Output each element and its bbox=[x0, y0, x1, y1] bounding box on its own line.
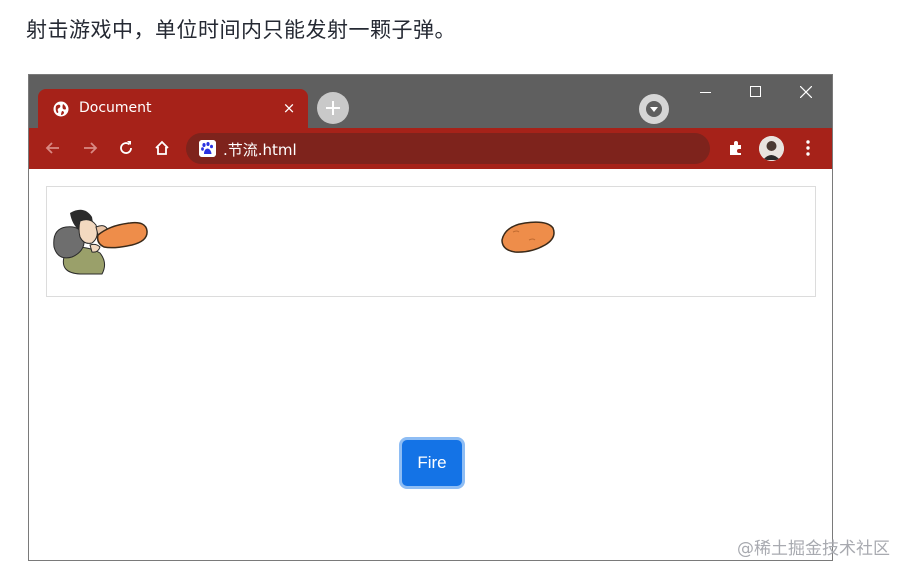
maximize-button[interactable] bbox=[733, 79, 779, 105]
fire-button[interactable]: Fire bbox=[402, 440, 462, 486]
new-tab-button[interactable] bbox=[317, 92, 349, 124]
tab-strip: Document × bbox=[29, 75, 832, 128]
tab-document[interactable]: Document × bbox=[38, 89, 308, 128]
tab-close-icon[interactable]: × bbox=[280, 99, 298, 117]
shooter-character bbox=[53, 209, 148, 275]
game-area bbox=[46, 186, 816, 297]
tab-search-button[interactable] bbox=[639, 94, 669, 124]
watermark: @稀土掘金技术社区 bbox=[737, 539, 890, 559]
forward-arrow-icon[interactable] bbox=[80, 138, 100, 158]
address-bar[interactable]: .节流.html bbox=[186, 133, 710, 164]
globe-icon bbox=[53, 101, 69, 117]
bullet bbox=[501, 221, 555, 253]
close-window-button[interactable] bbox=[783, 79, 829, 105]
puzzle-icon[interactable] bbox=[726, 138, 746, 158]
browser-toolbar: .节流.html bbox=[29, 128, 832, 169]
browser-window: Document × .节流.html Fire bbox=[28, 74, 833, 561]
chevron-down-icon bbox=[646, 101, 662, 117]
url-text: .节流.html bbox=[223, 141, 297, 159]
minimize-button[interactable] bbox=[683, 79, 729, 105]
reload-icon[interactable] bbox=[116, 138, 136, 158]
page-viewport: Fire bbox=[29, 169, 832, 560]
article-text: 射击游戏中，单位时间内只能发射一颗子弹。 bbox=[26, 18, 456, 42]
back-arrow-icon[interactable] bbox=[43, 138, 63, 158]
avatar-icon bbox=[759, 136, 784, 161]
baidu-paw-icon bbox=[199, 140, 216, 157]
home-icon[interactable] bbox=[152, 138, 172, 158]
profile-avatar[interactable] bbox=[759, 136, 784, 161]
close-icon bbox=[800, 86, 812, 98]
tab-title: Document bbox=[79, 100, 152, 116]
kebab-menu-icon[interactable] bbox=[798, 138, 818, 158]
